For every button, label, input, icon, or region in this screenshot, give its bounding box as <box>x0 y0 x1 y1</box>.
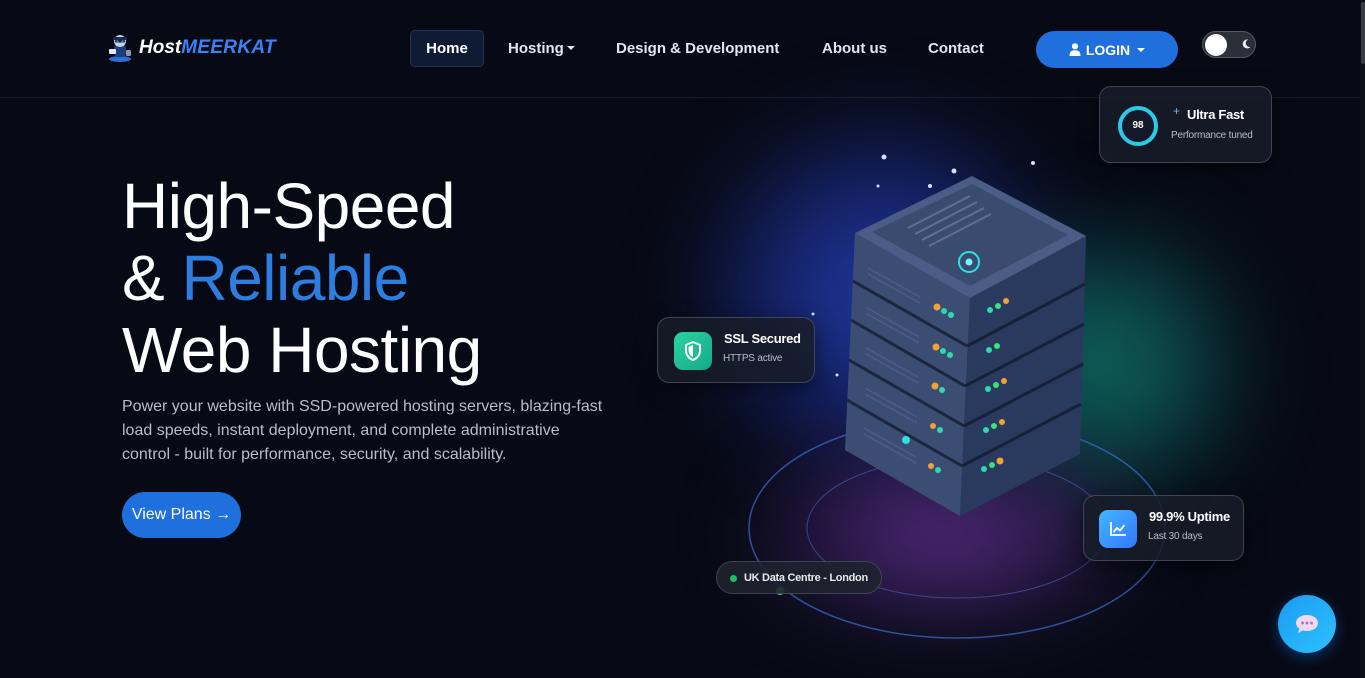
ultra-fast-subtitle: Performance tuned <box>1171 130 1253 141</box>
ssl-secured-title: SSL Secured <box>724 331 801 346</box>
shield-icon <box>685 341 701 361</box>
chat-button[interactable] <box>1278 595 1336 653</box>
hero-title-accent: Reliable <box>181 242 409 314</box>
scrollbar-thumb[interactable] <box>1361 2 1365 64</box>
chat-icon <box>1296 615 1318 633</box>
server-tower <box>845 176 1086 516</box>
uptime-icon-box <box>1099 510 1137 548</box>
navbar: Host MEERKAT Home Hosting Design & Develo… <box>0 0 1365 98</box>
data-centre-pill: UK Data Centre - London <box>716 561 882 594</box>
uptime-card: 99.9% Uptime Last 30 days <box>1083 495 1244 561</box>
status-dot-icon <box>730 575 737 582</box>
chevron-down-icon <box>566 46 575 50</box>
nav-item-contact[interactable]: Contact <box>928 30 984 67</box>
hero-title-line3: Web Hosting <box>122 314 482 386</box>
login-button[interactable]: LOGIN <box>1036 31 1178 68</box>
plus-icon: + <box>1173 104 1180 118</box>
nav-item-hosting-label: Hosting <box>508 40 564 57</box>
brand-logo-link[interactable]: Host MEERKAT <box>104 32 276 64</box>
uptime-subtitle: Last 30 days <box>1148 531 1203 542</box>
hero-title-line1: High-Speed <box>122 170 456 242</box>
brand-name-host: Host <box>139 37 182 58</box>
ultra-fast-card: 98 + Ultra Fast Performance tuned <box>1099 86 1272 163</box>
data-centre-label: UK Data Centre - London <box>744 572 868 584</box>
meerkat-logo-icon <box>109 35 131 62</box>
hero-title-line2-prefix: & <box>122 242 182 314</box>
ssl-icon-box <box>674 332 712 370</box>
ssl-secured-card: SSL Secured HTTPS active <box>657 317 815 383</box>
page-scrollbar[interactable] <box>1360 0 1365 678</box>
theme-toggle[interactable] <box>1202 31 1256 58</box>
login-label: LOGIN <box>1085 41 1131 58</box>
user-icon <box>1069 43 1081 56</box>
nav-item-home[interactable]: Home <box>410 30 484 67</box>
performance-score: 98 <box>1132 120 1144 131</box>
toggle-knob <box>1205 34 1227 56</box>
nav-item-about-us[interactable]: About us <box>822 30 887 67</box>
view-plans-button[interactable]: View Plans → <box>122 492 241 538</box>
uptime-title: 99.9% Uptime <box>1149 509 1230 524</box>
chevron-down-icon <box>1137 47 1146 52</box>
ultra-fast-title: Ultra Fast <box>1187 107 1244 122</box>
brand-name-meerkat: MEERKAT <box>181 37 276 58</box>
hero-description: Power your website with SSD-powered host… <box>122 398 603 463</box>
hero-title: High-Speed & Reliable Web Hosting <box>122 170 482 386</box>
chart-icon <box>1110 522 1126 536</box>
nav-item-design-development[interactable]: Design & Development <box>616 30 779 67</box>
nav-item-hosting[interactable]: Hosting <box>508 30 575 67</box>
ssl-secured-subtitle: HTTPS active <box>723 353 783 364</box>
moon-icon <box>1242 39 1251 49</box>
